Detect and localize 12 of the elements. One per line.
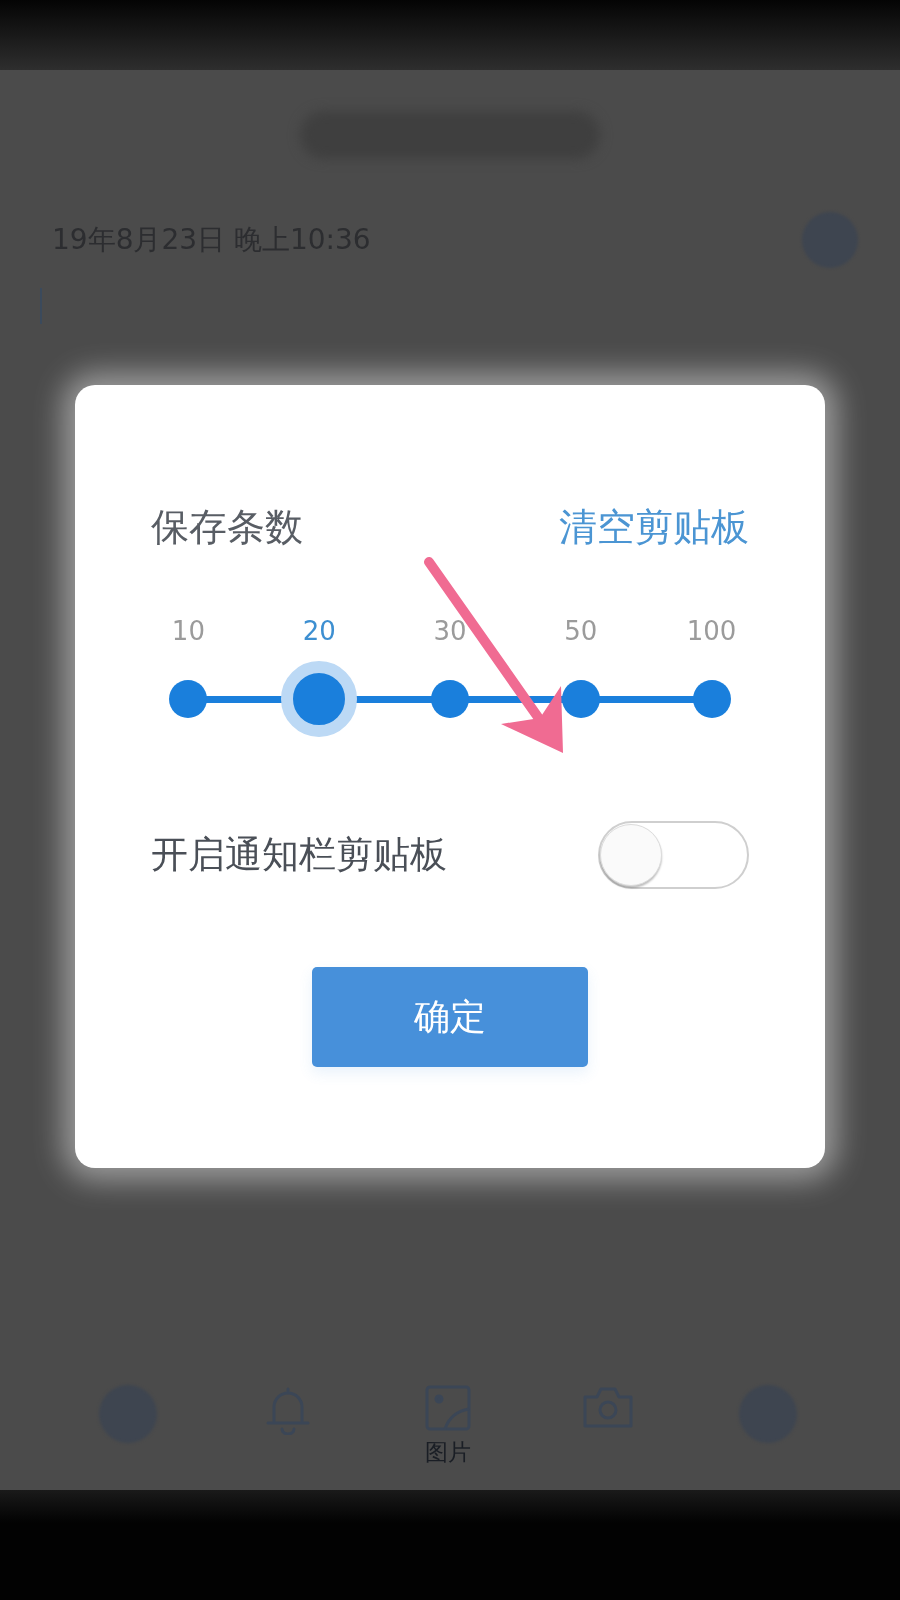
slider-step-label: 30 xyxy=(433,616,467,646)
slider-step-label: 20 xyxy=(302,616,336,646)
slider-step-label: 100 xyxy=(686,616,737,646)
clear-clipboard-link[interactable]: 清空剪贴板 xyxy=(559,501,749,553)
slider-step-label: 50 xyxy=(564,616,598,646)
dialog-title: 保存条数 xyxy=(151,503,303,551)
confirm-button[interactable]: 确定 xyxy=(312,967,588,1067)
toggle-label: 开启通知栏剪贴板 xyxy=(151,832,447,878)
slider-step-dot[interactable] xyxy=(169,680,208,718)
slider-step-dot[interactable] xyxy=(692,680,731,718)
slider-step-dot[interactable] xyxy=(561,680,600,718)
slider-step-label: 10 xyxy=(171,616,205,646)
